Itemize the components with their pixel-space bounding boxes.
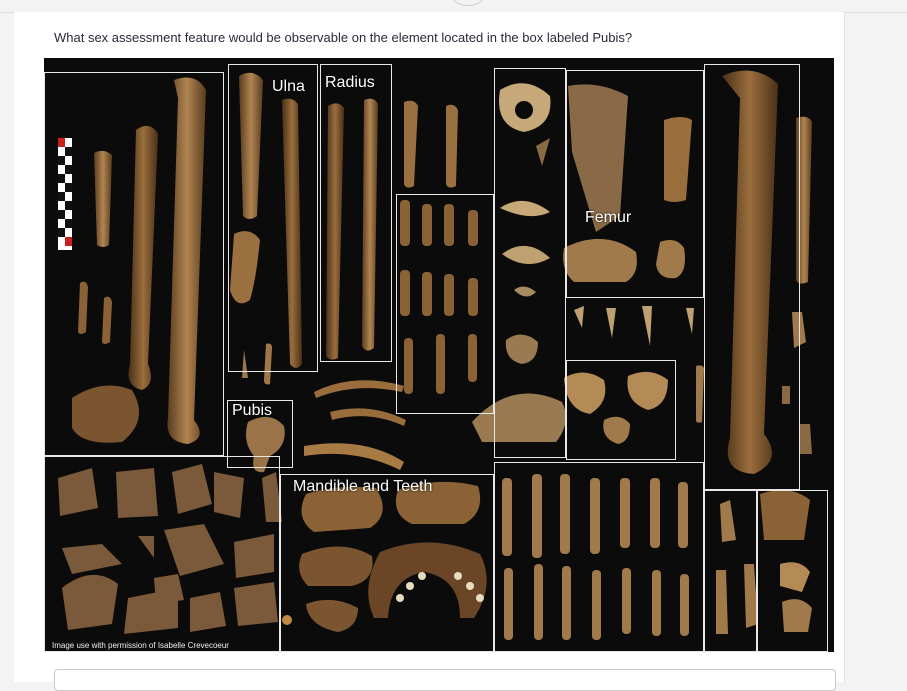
scroll-handle[interactable] [452, 0, 484, 6]
region-box-right-long-bone [704, 64, 800, 490]
region-box-cranial-fragments [44, 456, 280, 652]
region-box-hand-bones-lower [494, 462, 704, 652]
region-box-tarsals [756, 490, 828, 652]
question-text: What sex assessment feature would be obs… [54, 30, 633, 45]
region-box-left-long-bones [44, 72, 224, 456]
label-pubis: Pubis [232, 402, 273, 419]
label-mandible: Mandible and Teeth [293, 478, 433, 495]
label-femur: Femur [585, 209, 632, 226]
region-box-foot-bones [704, 490, 758, 652]
region-box-hand-bones-upper [396, 194, 494, 414]
image-credit: Image use with permission of Isabelle Cr… [52, 641, 229, 650]
region-box-mandible[interactable] [280, 474, 494, 652]
region-box-patella [566, 360, 676, 460]
region-box-femur[interactable] [566, 70, 704, 298]
region-box-ulna[interactable] [228, 64, 318, 372]
label-ulna: Ulna [272, 78, 305, 95]
region-box-radius[interactable] [320, 64, 392, 362]
label-radius: Radius [325, 74, 375, 91]
answer-input[interactable] [54, 669, 836, 691]
question-card: What sex assessment feature would be obs… [14, 12, 845, 691]
bone-figure: Ulna Radius Femur Pubis Mandible and Tee… [44, 58, 834, 652]
region-box-vertebrae [494, 68, 566, 458]
